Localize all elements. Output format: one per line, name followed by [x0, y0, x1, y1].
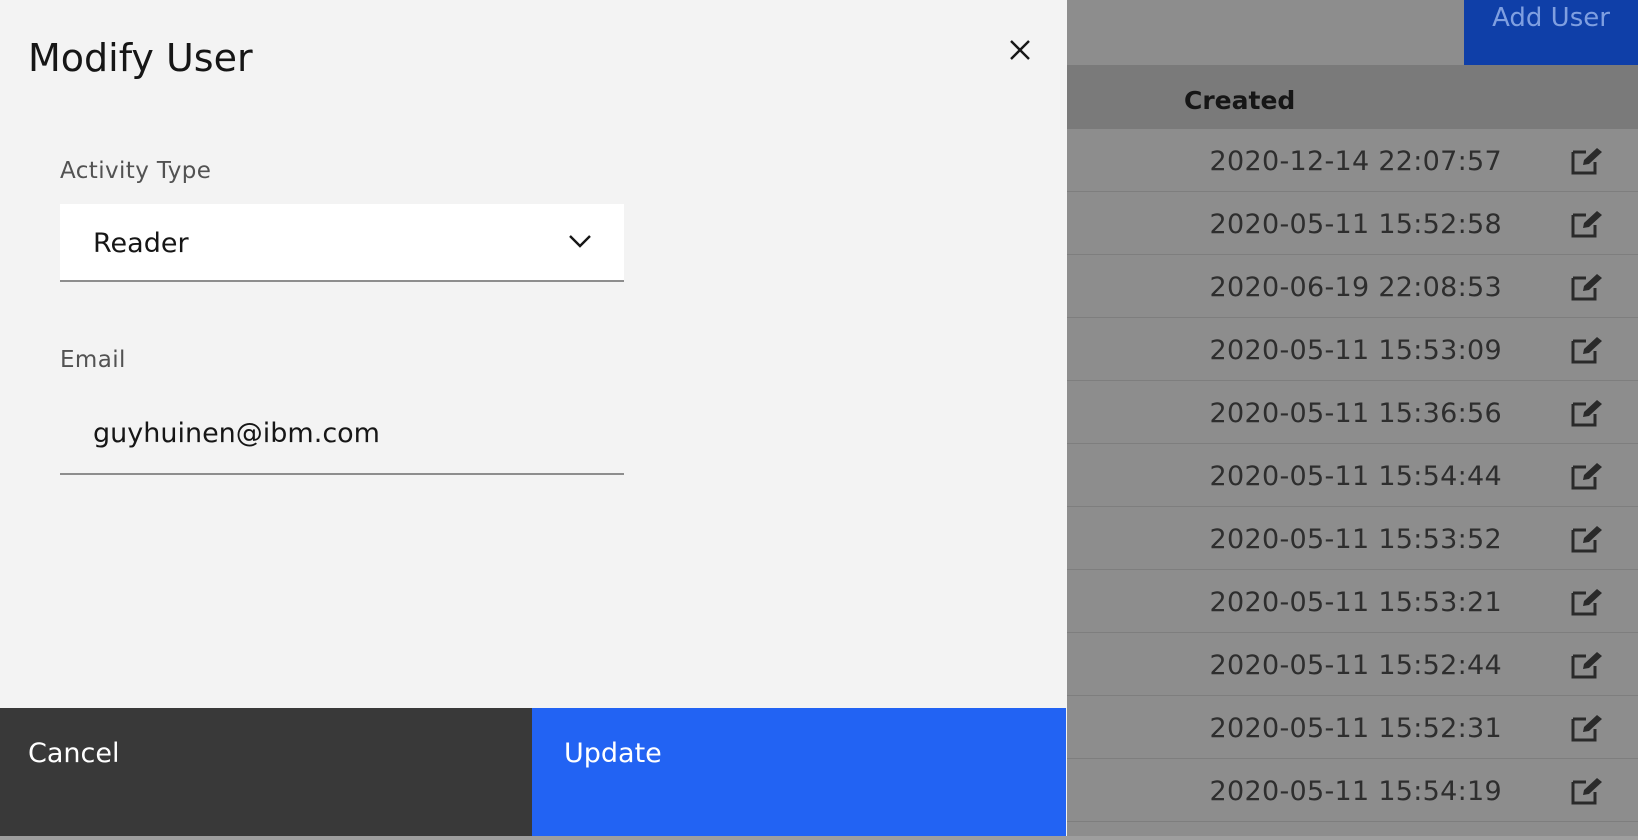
email-label: Email [60, 347, 126, 373]
table-row: 2020-05-11 15:52:44 [1067, 633, 1638, 696]
table-row: 2020-05-11 15:53:21 [1067, 570, 1638, 633]
created-date: 2020-05-11 15:54:44 [1209, 461, 1502, 492]
created-date: 2020-05-11 15:53:52 [1209, 524, 1502, 555]
edit-icon[interactable] [1570, 524, 1604, 554]
table-row: 2020-05-11 15:53:52 [1067, 507, 1638, 570]
edit-icon[interactable] [1570, 461, 1604, 491]
update-button-label: Update [564, 738, 662, 769]
table-row: 2020-05-11 15:54:44 [1067, 444, 1638, 507]
edit-icon[interactable] [1570, 587, 1604, 617]
table-header: Created [1067, 65, 1638, 129]
created-date: 2020-05-11 15:53:09 [1209, 335, 1502, 366]
created-date: 2020-05-11 15:54:19 [1209, 776, 1502, 807]
created-date: 2020-05-11 15:52:31 [1209, 713, 1502, 744]
cancel-button-label: Cancel [28, 738, 120, 769]
edit-icon[interactable] [1570, 209, 1604, 239]
close-icon [1010, 40, 1030, 60]
edit-icon[interactable] [1570, 272, 1604, 302]
add-user-button[interactable]: Add User [1464, 0, 1638, 65]
edit-icon[interactable] [1570, 650, 1604, 680]
email-value: guyhuinen@ibm.com [93, 418, 380, 449]
modal-title: Modify User [28, 36, 253, 80]
close-button[interactable] [1000, 30, 1040, 70]
activity-type-label: Activity Type [60, 158, 212, 184]
table-row: 2020-06-19 22:08:53 [1067, 255, 1638, 318]
created-date: 2020-12-14 22:07:57 [1209, 146, 1502, 177]
chevron-down-icon [569, 235, 591, 248]
page-bottom-edge [0, 836, 1638, 840]
edit-icon[interactable] [1570, 713, 1604, 743]
email-field[interactable]: guyhuinen@ibm.com [60, 396, 624, 475]
activity-type-selected-value: Reader [93, 228, 189, 259]
activity-type-select[interactable]: Reader [60, 204, 624, 282]
table-body: 2020-12-14 22:07:57 2020-05-11 15:52:58 20… [1067, 129, 1638, 822]
table-row: 2020-05-11 15:52:58 [1067, 192, 1638, 255]
created-date: 2020-05-11 15:36:56 [1209, 398, 1502, 429]
created-date: 2020-05-11 15:52:58 [1209, 209, 1502, 240]
edit-icon[interactable] [1570, 146, 1604, 176]
table-row: 2020-12-14 22:07:57 [1067, 129, 1638, 192]
column-header-created[interactable]: Created [1184, 65, 1295, 129]
table-row: 2020-05-11 15:52:31 [1067, 696, 1638, 759]
cancel-button[interactable]: Cancel [0, 708, 532, 836]
update-button[interactable]: Update [532, 708, 1066, 836]
table-row: 2020-05-11 15:53:09 [1067, 318, 1638, 381]
add-user-label: Add User [1492, 2, 1610, 33]
created-date: 2020-05-11 15:53:21 [1209, 587, 1502, 618]
table-row: 2020-05-11 15:54:19 [1067, 759, 1638, 822]
table-row: 2020-05-11 15:36:56 [1067, 381, 1638, 444]
modify-user-modal: Modify User Activity Type Reader Email g… [0, 0, 1067, 836]
created-date: 2020-06-19 22:08:53 [1209, 272, 1502, 303]
edit-icon[interactable] [1570, 398, 1604, 428]
edit-icon[interactable] [1570, 776, 1604, 806]
created-date: 2020-05-11 15:52:44 [1209, 650, 1502, 681]
edit-icon[interactable] [1570, 335, 1604, 365]
